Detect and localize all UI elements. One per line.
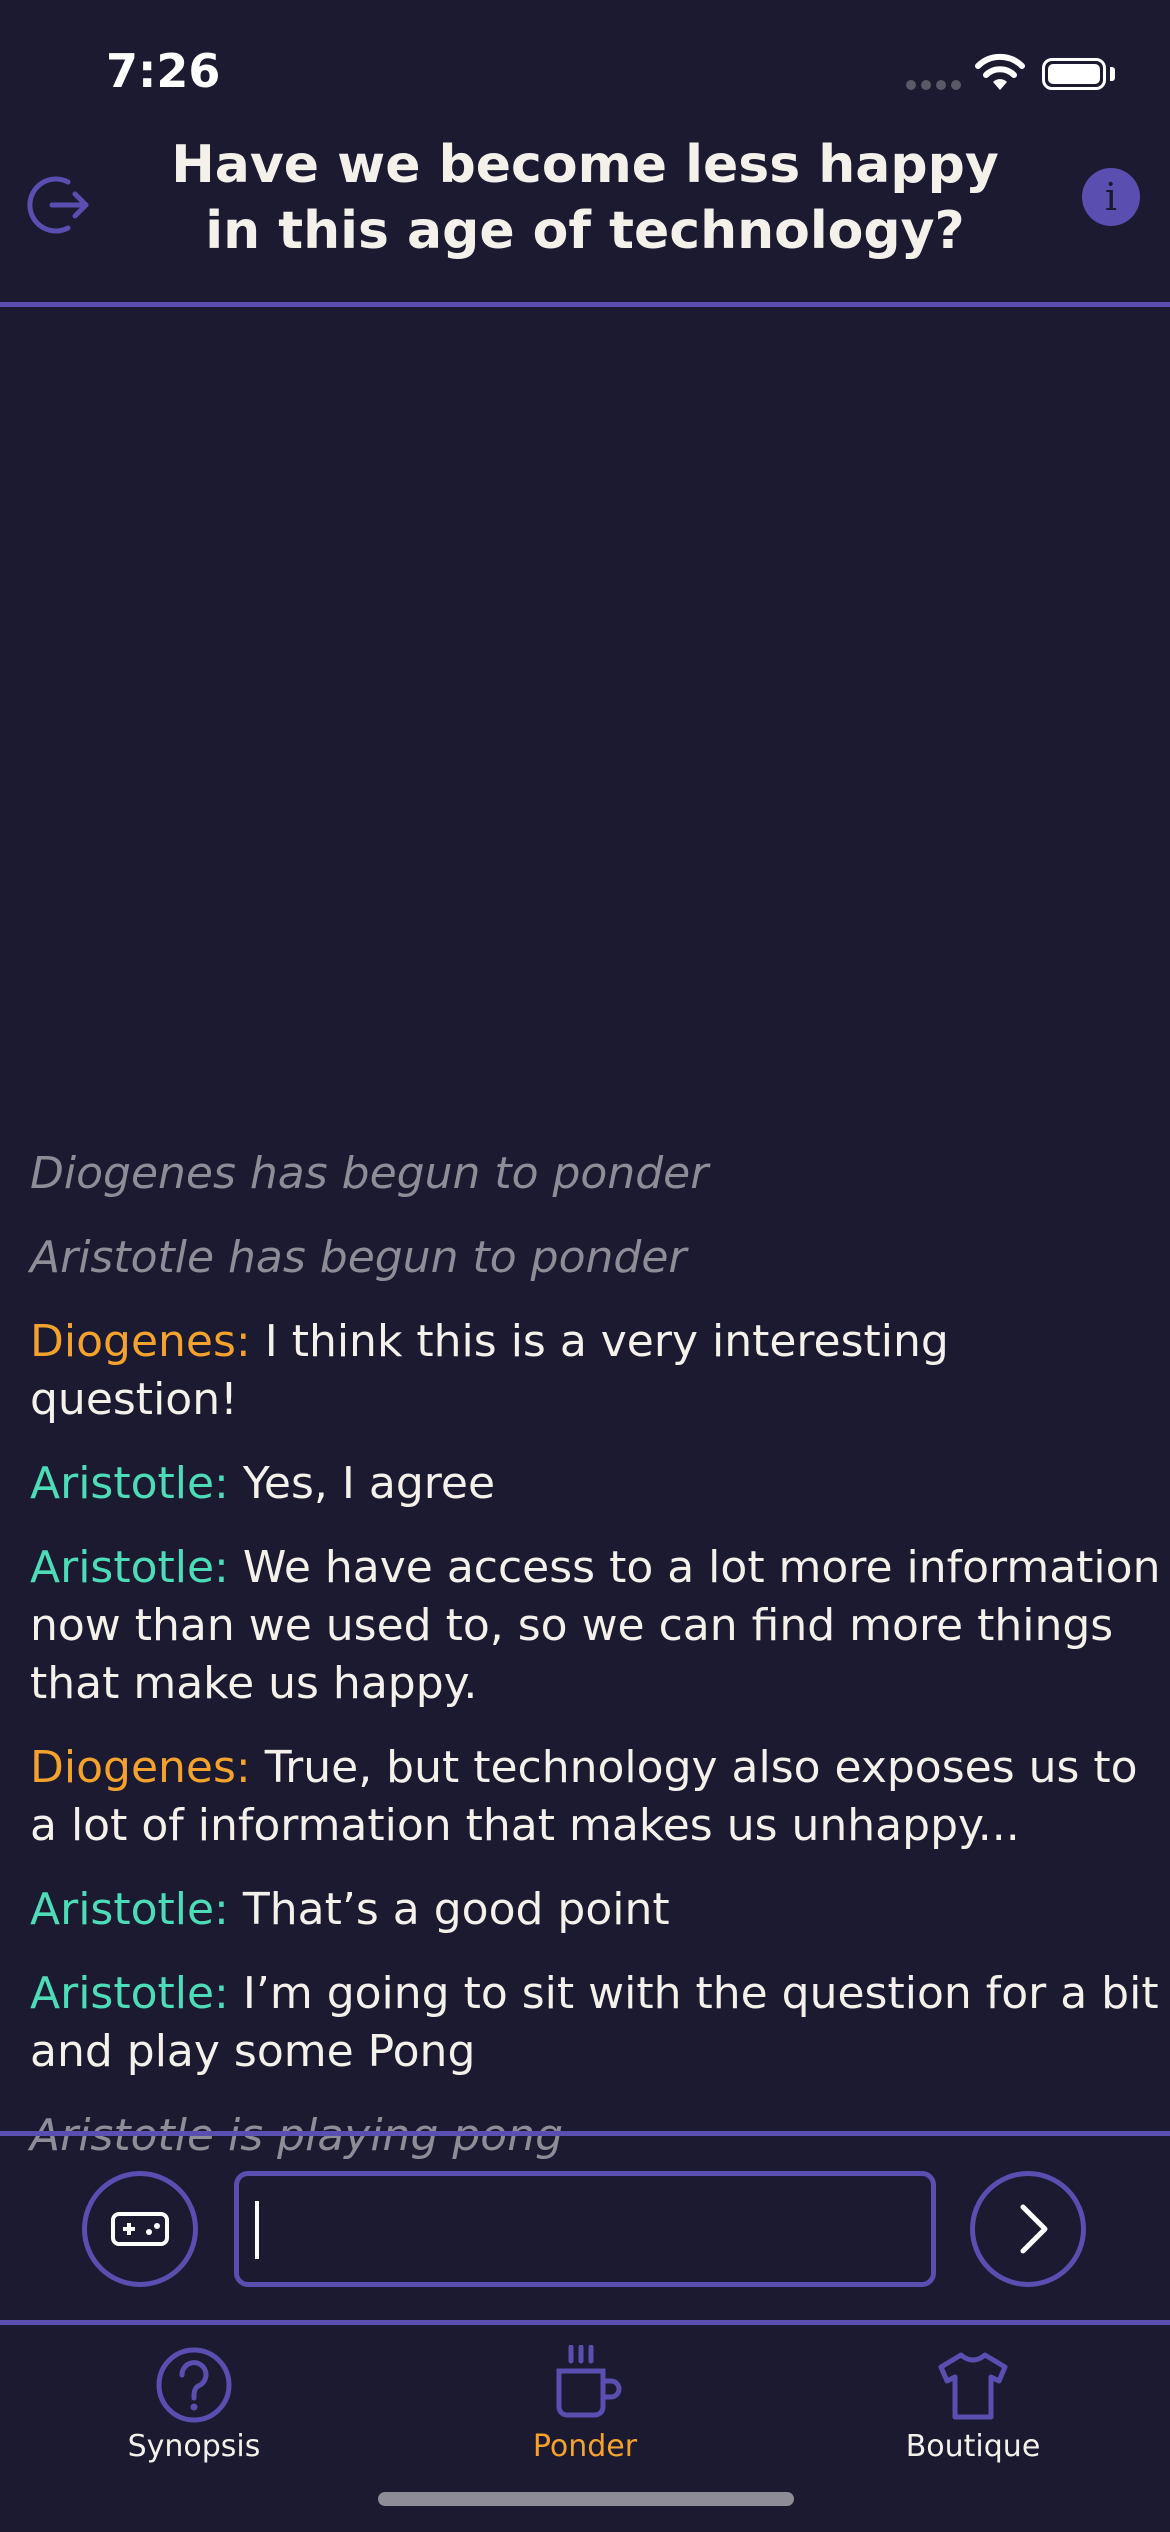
tab-label: Synopsis xyxy=(127,2429,261,2464)
wifi-icon xyxy=(975,53,1025,90)
chevron-right-icon xyxy=(1020,2204,1048,2254)
message-text: Yes, I agree xyxy=(242,1458,496,1509)
header-divider xyxy=(0,302,1170,307)
send-button[interactable] xyxy=(970,2171,1086,2287)
tab-boutique[interactable]: Boutique xyxy=(823,2325,1123,2485)
chat-message: Aristotle: That’s a good point xyxy=(30,1881,1162,1939)
message-input[interactable] xyxy=(234,2171,936,2287)
tab-label: Ponder xyxy=(532,2429,638,2464)
chat-log: Diogenes has begun to ponder Aristotle h… xyxy=(30,1145,1162,2191)
cellular-signal-icon xyxy=(906,80,962,90)
game-button[interactable] xyxy=(82,2171,198,2287)
coffee-cup-icon xyxy=(556,2345,622,2418)
event-message: Diogenes has begun to ponder xyxy=(30,1148,709,1199)
chat-message: Aristotle: We have access to a lot more … xyxy=(30,1539,1162,1713)
speaker-name: Diogenes: xyxy=(30,1316,251,1367)
tshirt-icon xyxy=(938,2352,1008,2420)
leave-icon[interactable] xyxy=(24,170,94,240)
page-title: Have we become less happy in this age of… xyxy=(171,135,999,261)
speaker-name: Diogenes: xyxy=(30,1742,251,1793)
battery-tip xyxy=(1110,67,1115,81)
speaker-name: Aristotle: xyxy=(30,1542,229,1593)
speaker-name: Aristotle: xyxy=(30,1968,229,2019)
chat-message: Diogenes: True, but technology also expo… xyxy=(30,1739,1162,1855)
composer xyxy=(0,2135,1170,2325)
status-time: 7:26 xyxy=(106,44,221,98)
text-caret xyxy=(255,2201,259,2259)
chat-message: Aristotle: I’m going to sit with the que… xyxy=(30,1965,1162,2081)
gamepad-icon xyxy=(111,2212,169,2246)
speaker-name: Aristotle: xyxy=(30,1884,229,1935)
speaker-name: Aristotle: xyxy=(30,1458,229,1509)
chat-message: Diogenes: I think this is a very interes… xyxy=(30,1313,1162,1429)
chat-message: Aristotle: Yes, I agree xyxy=(30,1455,1162,1513)
tab-label: Boutique xyxy=(905,2429,1041,2464)
tab-ponder[interactable]: Ponder xyxy=(435,2325,735,2485)
info-icon[interactable]: i xyxy=(1082,168,1140,226)
header: Have we become less happy in this age of… xyxy=(0,130,1170,304)
message-text: That’s a good point xyxy=(242,1884,670,1935)
question-circle-icon xyxy=(156,2347,232,2423)
tab-synopsis[interactable]: Synopsis xyxy=(44,2325,344,2485)
home-indicator xyxy=(378,2492,794,2506)
battery-icon xyxy=(1042,58,1106,90)
event-message: Aristotle has begun to ponder xyxy=(30,1232,687,1283)
status-bar: 7:26 xyxy=(0,0,1170,150)
